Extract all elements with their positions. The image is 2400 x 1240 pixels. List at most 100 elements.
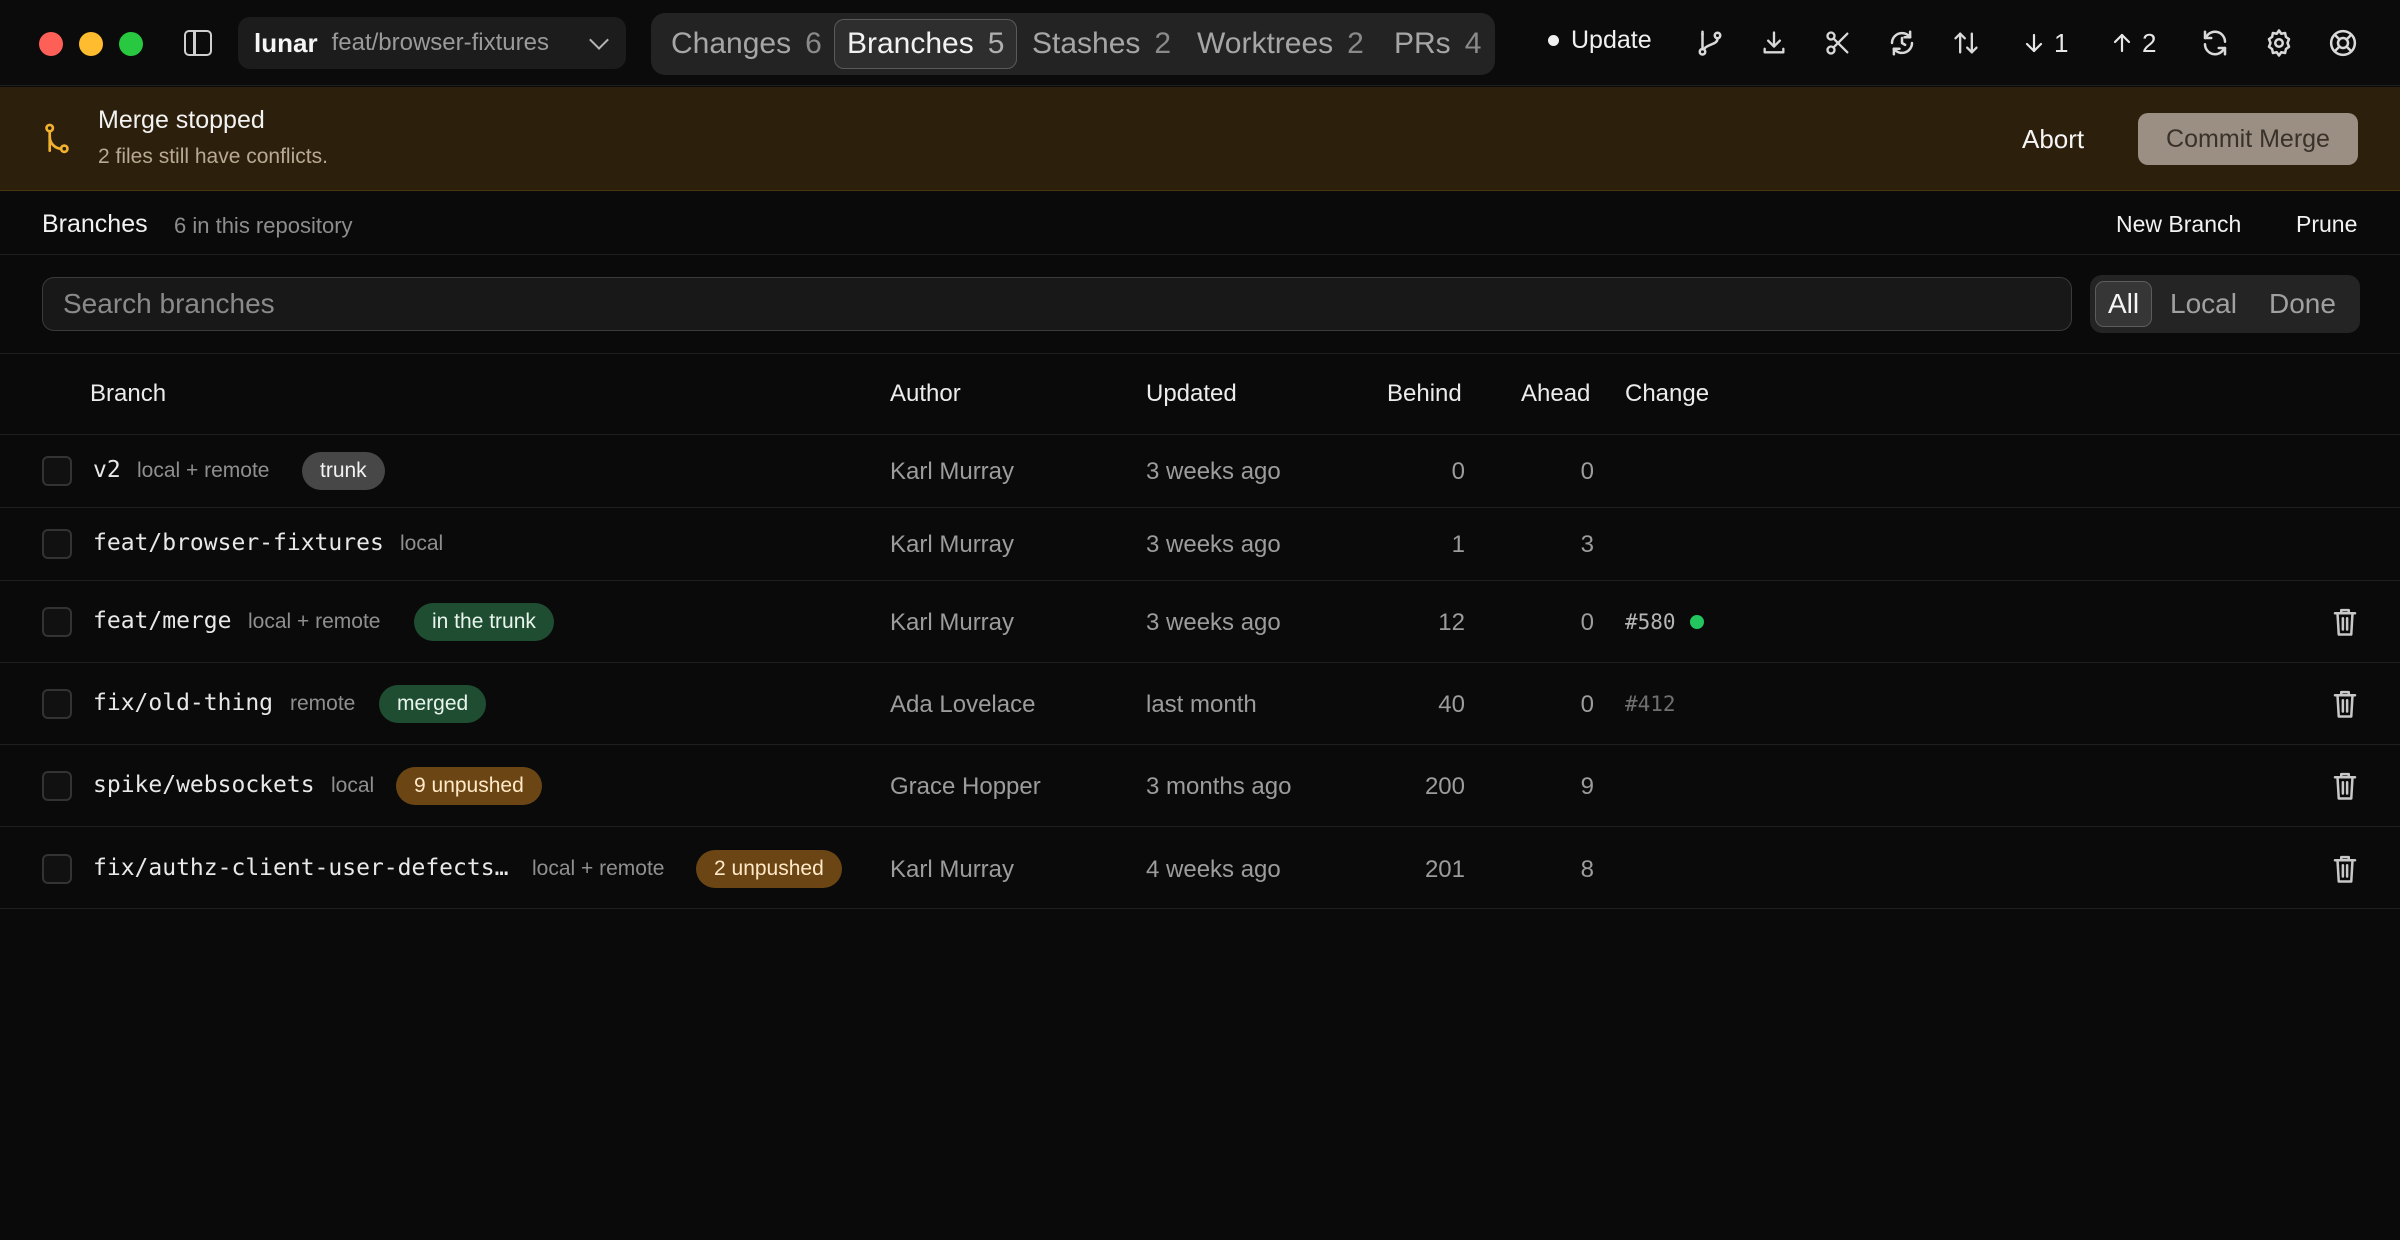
filter-local[interactable]: Local — [2170, 281, 2237, 327]
sort-arrows-icon[interactable] — [1949, 26, 1983, 60]
behind-count: 200 — [1424, 773, 1465, 800]
close-window-button[interactable] — [39, 32, 63, 56]
updated: 3 weeks ago — [1146, 609, 1281, 636]
filter-segmented-control: All Local Done — [2090, 275, 2360, 333]
trash-icon[interactable] — [2332, 854, 2358, 884]
ahead-count: 8 — [1580, 856, 1594, 883]
trash-icon[interactable] — [2332, 771, 2358, 801]
status-badge: merged — [379, 685, 487, 723]
updated: 3 weeks ago — [1146, 458, 1281, 485]
tab-worktrees[interactable]: Worktrees 2 — [1197, 19, 1364, 69]
branch-location: local — [331, 774, 375, 797]
author: Karl Murray — [890, 856, 1015, 883]
column-updated[interactable]: Updated — [1146, 380, 1237, 408]
help-lifebuoy-icon[interactable] — [2326, 26, 2360, 60]
ahead-count: 3 — [1580, 531, 1594, 558]
column-branch[interactable]: Branch — [90, 380, 166, 408]
chevron-down-icon — [589, 30, 609, 50]
tab-label: Changes — [671, 27, 792, 60]
row-checkbox[interactable] — [42, 529, 72, 559]
row-checkbox[interactable] — [42, 854, 72, 884]
table-row[interactable]: v2 local + remote trunk Karl Murray 3 we… — [0, 435, 2400, 508]
divider — [0, 353, 2400, 354]
author: Grace Hopper — [890, 773, 1041, 800]
row-checkbox[interactable] — [42, 689, 72, 719]
ahead-count: 0 — [1580, 691, 1594, 718]
column-behind[interactable]: Behind — [1387, 380, 1462, 408]
table-row[interactable]: feat/merge local + remote in the trunk K… — [0, 582, 2400, 663]
sidebar-toggle-icon[interactable] — [184, 30, 212, 56]
ahead-count: 9 — [1580, 773, 1594, 800]
branch-location: local + remote — [248, 610, 381, 633]
column-change[interactable]: Change — [1625, 380, 1709, 408]
row-checkbox[interactable] — [42, 771, 72, 801]
push-button[interactable]: 2 — [2110, 26, 2156, 60]
updated: last month — [1146, 691, 1257, 718]
tab-label: Worktrees — [1197, 27, 1334, 60]
tab-stashes[interactable]: Stashes 2 — [1032, 19, 1171, 69]
behind-count: 201 — [1424, 856, 1465, 883]
trash-icon[interactable] — [2332, 607, 2358, 637]
behind-count: 40 — [1438, 691, 1465, 718]
status-badge: 9 unpushed — [396, 767, 542, 805]
table-row[interactable]: spike/websockets local 9 unpushed Grace … — [0, 746, 2400, 827]
branch-name: fix/old-thing — [93, 690, 274, 716]
pull-button[interactable]: 1 — [2022, 26, 2068, 60]
new-branch-button[interactable]: New Branch — [2116, 211, 2241, 238]
row-checkbox[interactable] — [42, 456, 72, 486]
updated: 4 weeks ago — [1146, 856, 1281, 883]
branch-count: 6 in this repository — [174, 213, 353, 238]
table-row[interactable]: feat/browser-fixtures local Karl Murray … — [0, 509, 2400, 581]
filter-done[interactable]: Done — [2269, 281, 2336, 327]
abort-button[interactable]: Abort — [2022, 124, 2084, 155]
branch-fork-icon[interactable] — [1693, 26, 1727, 60]
filter-all[interactable]: All — [2095, 281, 2153, 327]
branches-header — [0, 191, 2400, 255]
author: Karl Murray — [890, 458, 1015, 485]
sync-icon[interactable] — [2198, 26, 2232, 60]
tab-branches[interactable]: Branches 5 — [834, 19, 1018, 69]
table-row[interactable]: fix/old-thing remote merged Ada Lovelace… — [0, 664, 2400, 745]
tab-label: Stashes — [1032, 27, 1141, 60]
pr-number: #580 — [1625, 610, 1676, 634]
tab-label: PRs — [1394, 27, 1451, 60]
gear-icon[interactable] — [2262, 26, 2296, 60]
view-tabs: Changes 6 Branches 5 Stashes 2 Worktrees… — [651, 13, 1495, 75]
refresh-history-icon[interactable] — [1885, 26, 1919, 60]
zoom-window-button[interactable] — [119, 32, 143, 56]
commit-merge-button[interactable]: Commit Merge — [2138, 113, 2358, 165]
page-title: Branches — [42, 210, 148, 238]
update-dot-icon — [1548, 35, 1559, 46]
search-input[interactable] — [42, 277, 2072, 331]
row-checkbox[interactable] — [42, 607, 72, 637]
column-author[interactable]: Author — [890, 380, 961, 408]
updated: 3 months ago — [1146, 773, 1292, 800]
tab-prs[interactable]: PRs 4 — [1394, 19, 1481, 69]
change-link[interactable]: #580 — [1625, 610, 1704, 634]
tab-count: 4 — [1464, 27, 1482, 60]
update-button[interactable]: Update — [1548, 26, 1652, 55]
title-bar: lunar feat/browser-fixtures Changes 6 Br… — [0, 0, 2400, 86]
pr-number: #412 — [1625, 692, 1676, 716]
change-link[interactable]: #412 — [1625, 692, 1676, 716]
table-row[interactable]: fix/authz-client-user-defects… local + r… — [0, 828, 2400, 909]
arrow-down-icon — [2025, 33, 2043, 53]
branch-name: spike/websockets — [93, 772, 315, 798]
author: Ada Lovelace — [890, 691, 1036, 718]
prune-button[interactable]: Prune — [2296, 211, 2357, 238]
branch-location: remote — [290, 692, 356, 715]
repo-name: lunar — [254, 27, 318, 58]
column-ahead[interactable]: Ahead — [1521, 380, 1590, 408]
branch-location: local — [400, 532, 444, 555]
push-count: 2 — [2142, 27, 2157, 58]
repo-selector[interactable]: lunar feat/browser-fixtures — [238, 17, 626, 69]
download-icon[interactable] — [1757, 26, 1791, 60]
trash-icon[interactable] — [2332, 689, 2358, 719]
tab-changes[interactable]: Changes 6 — [671, 19, 822, 69]
scissors-icon[interactable] — [1821, 26, 1855, 60]
behind-count: 1 — [1451, 531, 1465, 558]
branch-name: v2 — [93, 457, 121, 483]
status-badge: trunk — [302, 452, 385, 490]
tab-count: 2 — [1154, 27, 1172, 60]
minimize-window-button[interactable] — [79, 32, 103, 56]
